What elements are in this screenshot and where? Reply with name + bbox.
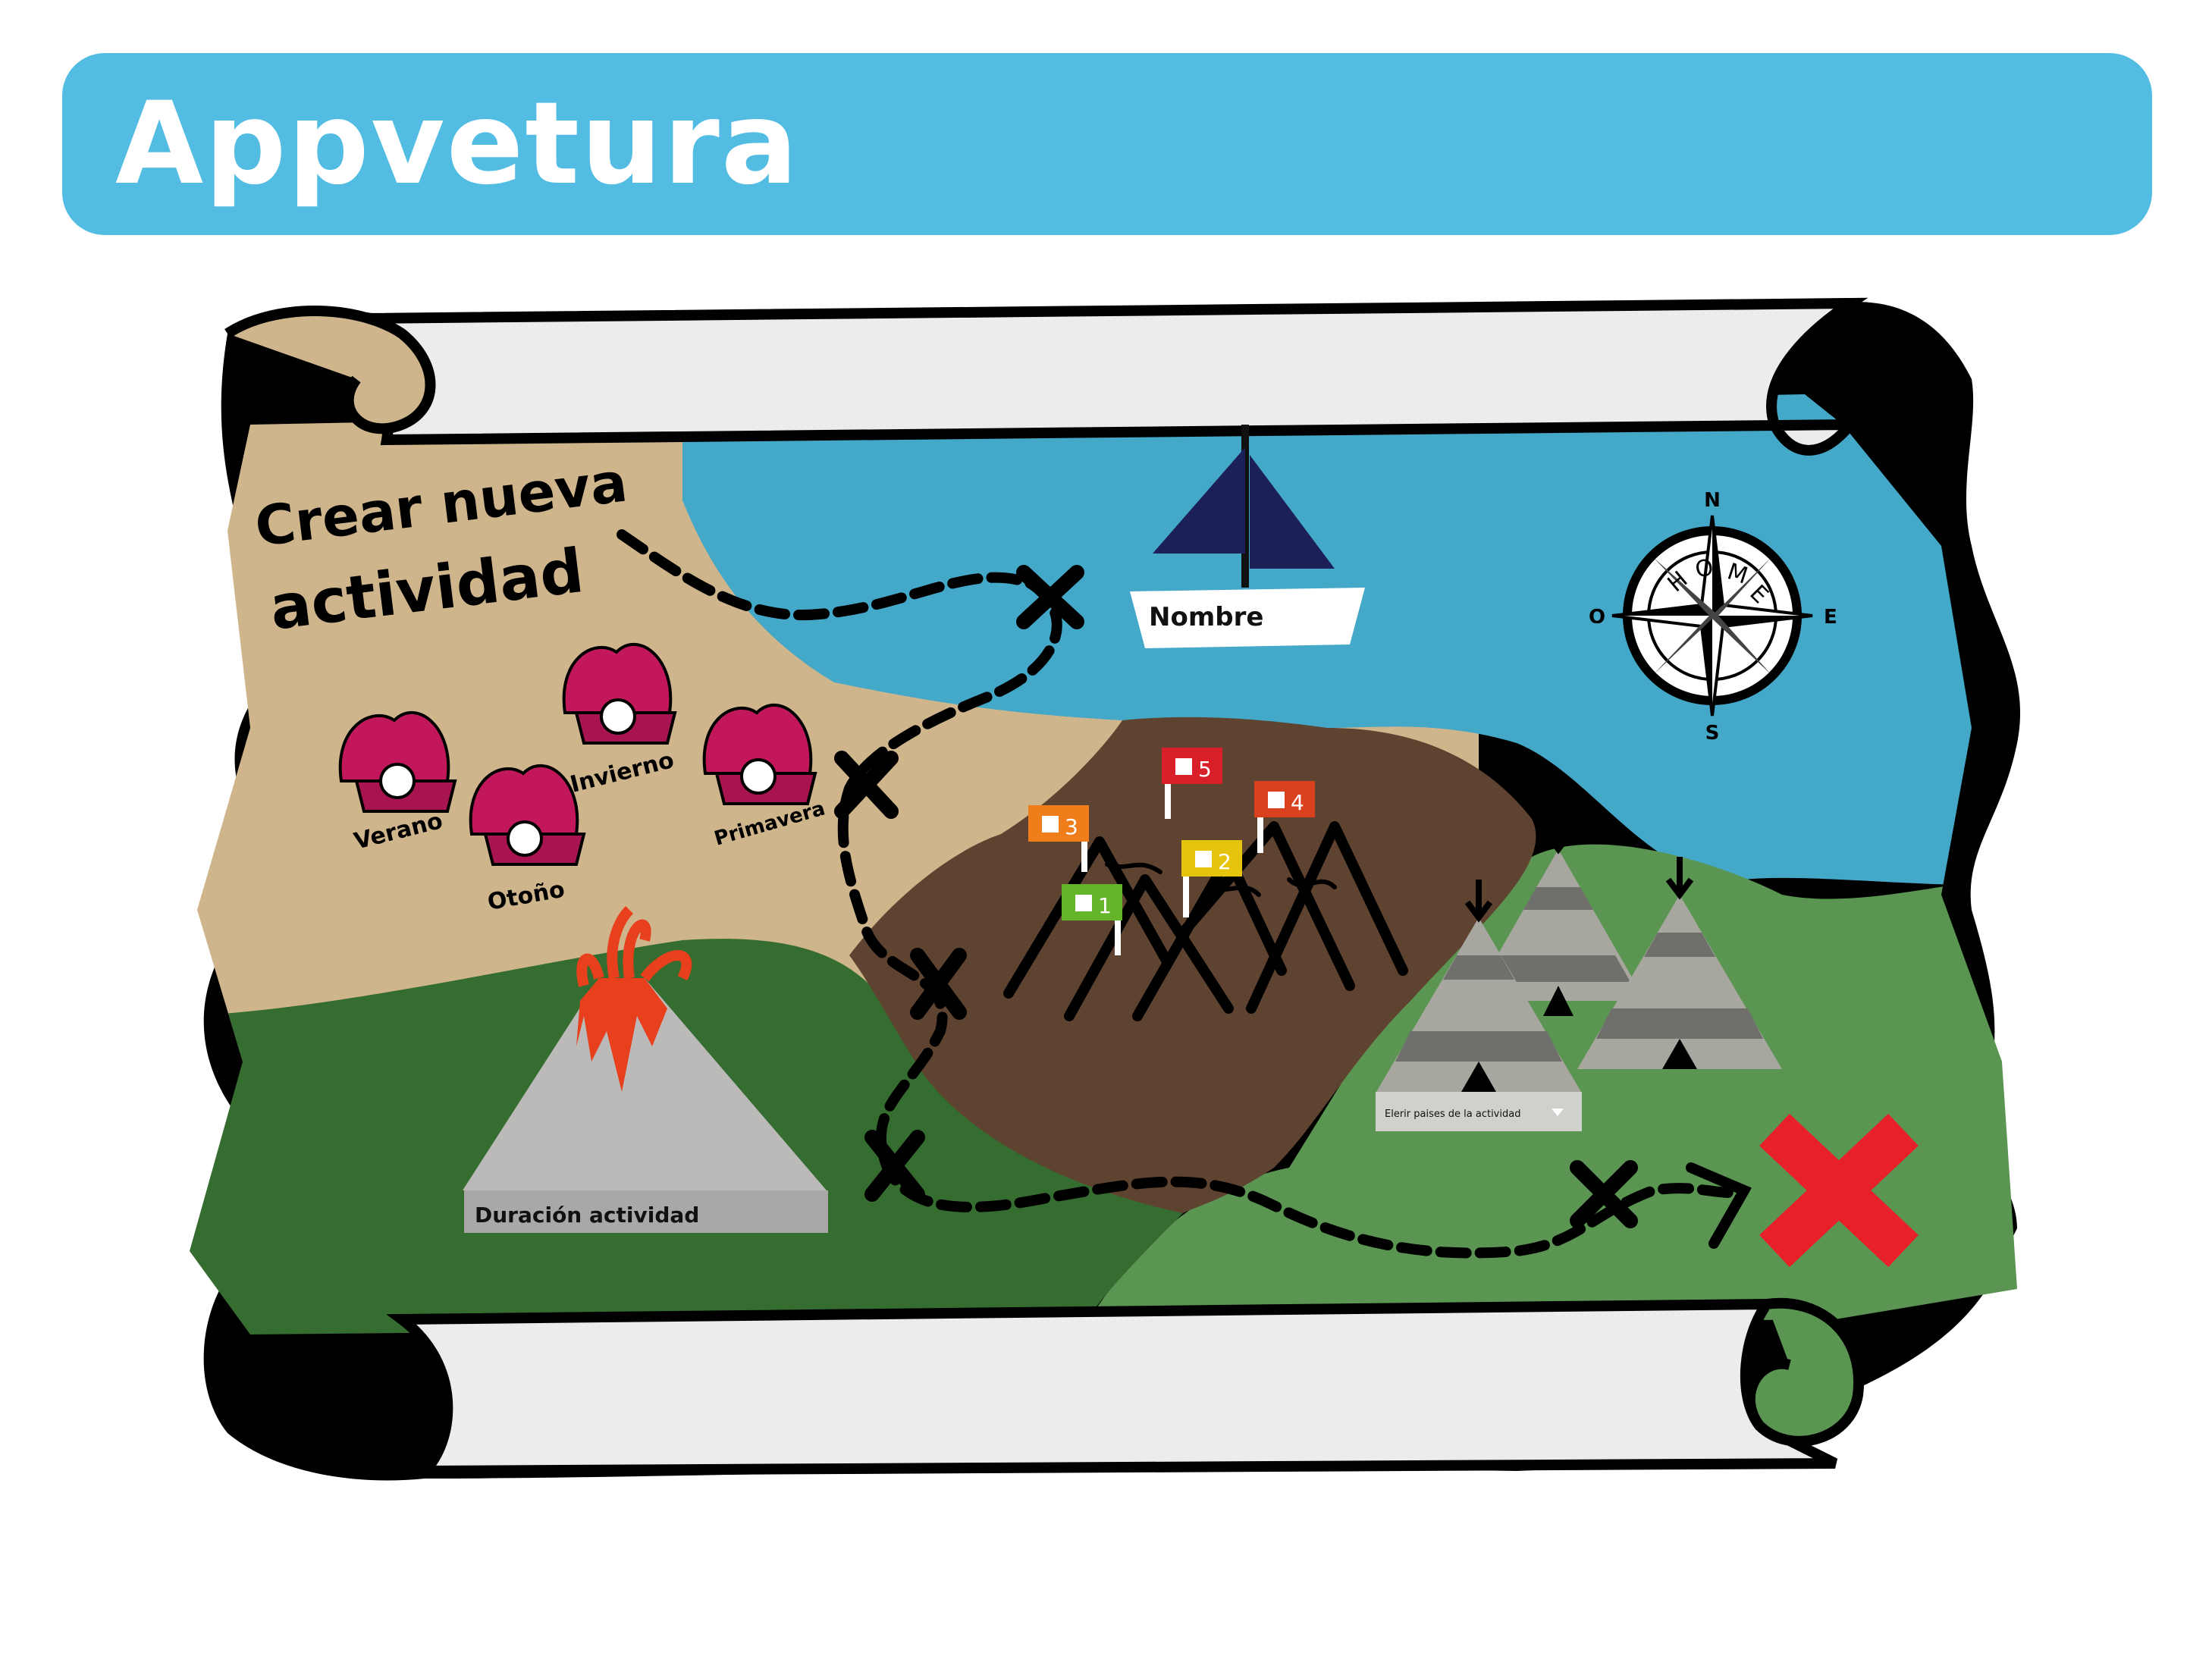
compass-s-label: S [1705, 722, 1720, 745]
compass-e-label: E [1824, 606, 1837, 629]
treasure-map: Crear nueva actividad Nombre N S E O H O… [190, 297, 2021, 1481]
bottom-scroll [386, 1298, 1838, 1477]
flag-5-number: 5 [1198, 757, 1212, 782]
flag-1-number: 1 [1098, 893, 1112, 918]
compass-w-label: O [1589, 606, 1605, 629]
flag-4-number: 4 [1291, 790, 1304, 815]
pearl-icon [600, 698, 636, 735]
flag-2-number: 2 [1218, 849, 1232, 874]
countries-select-label: Elerir paises de la actividad [1385, 1109, 1520, 1120]
pearl-icon [507, 820, 543, 857]
pearl-icon [379, 763, 416, 799]
compass-n-label: N [1704, 489, 1721, 512]
pearl-icon [740, 758, 777, 795]
flag-3-number: 3 [1065, 814, 1078, 839]
volcano-duration-label: Duración actividad [475, 1203, 699, 1228]
season-invierno[interactable]: Invierno [562, 642, 677, 798]
boat-name-label: Nombre [1149, 602, 1263, 632]
season-verano[interactable]: Verano [338, 710, 457, 855]
top-scroll [355, 297, 1868, 456]
